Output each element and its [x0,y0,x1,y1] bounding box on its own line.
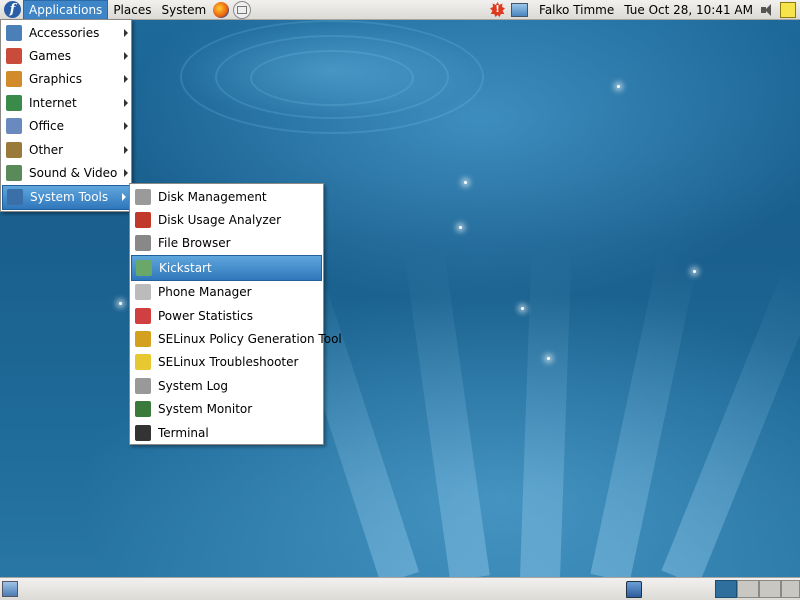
graphics-icon [6,71,22,88]
wallpaper-sparkle [464,181,467,184]
system-tools-submenu: Disk Management Disk Usage Analyzer File B… [129,183,342,445]
menu-item-label: Games [29,49,71,64]
workspace-4[interactable] [781,580,800,598]
applications-menu: Accessories Games Graphics Internet Office Ot… [0,19,132,212]
menu-item-label: Kickstart [159,260,212,275]
workspace-3[interactable] [759,580,781,598]
firefox-icon[interactable] [213,1,230,18]
bottom-panel [0,577,800,600]
menu-item-internet[interactable]: Internet [1,91,131,114]
menu-item-label: System Log [158,378,228,393]
menu-item-graphics[interactable]: Graphics [1,68,131,91]
selinux-policy-icon [135,331,151,348]
menu-item-label: Disk Usage Analyzer [158,213,282,228]
submenu-arrow-icon [124,169,128,178]
notification-area: ! Falko Timme Tue Oct 28, 10:41 AM [487,0,800,19]
menu-item-label: Other [29,142,64,157]
office-icon [6,118,22,135]
file-browser-icon [135,235,151,252]
submenu-arrow-icon [122,193,126,202]
menu-item-system-tools[interactable]: System Tools [2,184,130,211]
submenu-arrow-icon [124,122,128,131]
submenu-arrow-icon [124,98,128,107]
menu-item-selinux-troubleshooter[interactable]: SELinux Troubleshooter [130,351,323,374]
wallpaper-ray [520,247,572,579]
top-panel: f Applications Places System ! Falko Tim… [0,0,800,20]
wallpaper-sparkle [459,226,462,229]
network-icon[interactable] [511,2,529,17]
system-monitor-icon [135,401,151,418]
volume-icon[interactable] [760,3,776,17]
system-log-icon [135,377,151,394]
menu-item-label: File Browser [158,236,231,251]
menu-item-label: System Monitor [158,402,253,417]
mail-icon[interactable] [233,0,252,19]
wallpaper-ray [404,248,490,581]
menu-item-power-statistics[interactable]: Power Statistics [130,304,323,327]
show-desktop-button[interactable] [2,581,18,597]
selinux-troubleshooter-icon [135,354,151,371]
menu-item-office[interactable]: Office [1,115,131,138]
places-menu-button[interactable]: Places [108,1,156,19]
wallpaper-sparkle [119,302,122,305]
menu-item-disk-management[interactable]: Disk Management [130,185,323,208]
submenu-arrow-icon [124,75,128,84]
clock[interactable]: Tue Oct 28, 10:41 AM [619,3,758,17]
workspace-2[interactable] [737,580,759,598]
menu-item-accessories[interactable]: Accessories [1,21,131,44]
menu-item-label: Internet [29,95,77,110]
menu-item-system-monitor[interactable]: System Monitor [130,398,323,421]
menu-item-label: Office [29,119,65,134]
submenu-arrow-icon [124,145,128,154]
menu-item-selinux-policy-generation-tool[interactable]: SELinux Policy Generation Tool [130,327,342,350]
terminal-icon [135,424,151,441]
menu-item-kickstart[interactable]: Kickstart [131,255,322,281]
menu-item-label: System Tools [30,190,109,205]
trash-icon[interactable] [626,581,642,598]
menu-item-label: Graphics [29,72,82,87]
menu-item-disk-usage-analyzer[interactable]: Disk Usage Analyzer [130,208,323,231]
wallpaper-ripple [250,50,414,106]
menu-item-system-log[interactable]: System Log [130,374,323,397]
sound-video-icon [6,165,22,182]
sticky-notes-icon[interactable] [780,1,796,18]
menu-item-label: Power Statistics [158,308,253,323]
internet-icon [6,94,22,111]
system-menu-button[interactable]: System [156,1,211,19]
menu-item-label: SELinux Troubleshooter [158,355,299,370]
accessories-icon [6,24,22,41]
phone-icon [135,284,151,301]
menu-item-games[interactable]: Games [1,44,131,67]
power-stats-icon [135,307,151,324]
disk-usage-icon [135,212,151,229]
wallpaper-sparkle [693,270,696,273]
kickstart-icon [136,259,152,276]
games-icon [6,48,22,65]
menu-item-file-browser[interactable]: File Browser [130,232,323,255]
workspace-1[interactable] [715,580,737,598]
fedora-logo-icon[interactable]: f [4,1,21,18]
user-switcher[interactable]: Falko Timme [534,3,619,17]
menu-item-other[interactable]: Other [1,138,131,161]
system-tools-icon [7,189,23,206]
menu-item-phone-manager[interactable]: Phone Manager [130,281,323,304]
menu-item-sound-video[interactable]: Sound & Video [1,161,131,184]
desktop[interactable]: f Applications Places System ! Falko Tim… [0,0,800,600]
menu-item-label: Sound & Video [29,166,118,181]
menu-item-label: Disk Management [158,189,267,204]
menu-item-label: Terminal [158,425,209,440]
wallpaper-sparkle [521,307,524,310]
menu-item-label: Phone Manager [158,285,252,300]
other-icon [6,141,22,158]
disk-icon [135,188,151,205]
updates-alert-icon[interactable]: ! [490,2,506,17]
submenu-arrow-icon [124,52,128,61]
menu-item-terminal[interactable]: Terminal [130,421,323,444]
menu-item-label: SELinux Policy Generation Tool [158,332,342,347]
applications-menu-button[interactable]: Applications [23,0,109,20]
menu-item-label: Accessories [29,25,100,40]
wallpaper-sparkle [617,85,620,88]
submenu-arrow-icon [124,28,128,37]
wallpaper-sparkle [547,357,550,360]
